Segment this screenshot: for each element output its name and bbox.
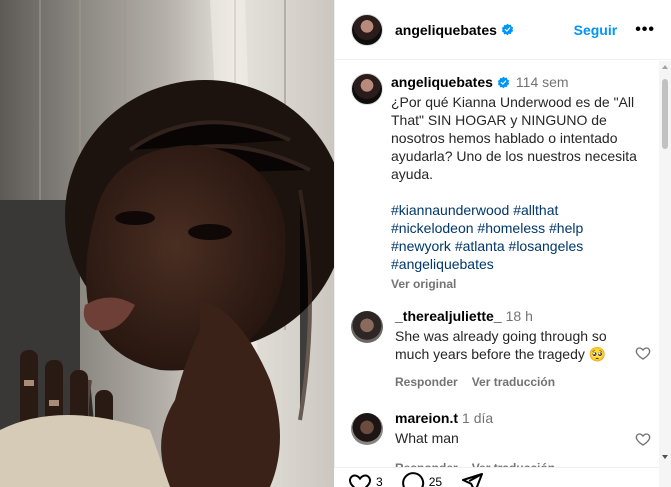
comment-text: She was already going through so much ye… <box>395 328 607 362</box>
follow-button[interactable]: Seguir <box>574 22 618 38</box>
author-username[interactable]: angeliquebates <box>395 22 497 38</box>
hashtag-link[interactable]: #kiannaunderwood <box>391 202 509 218</box>
caption-avatar[interactable] <box>351 73 383 105</box>
hashtag-link[interactable]: #help <box>549 220 583 236</box>
like-heart-icon[interactable] <box>348 471 372 487</box>
hashtag-link[interactable]: #angeliquebates <box>391 256 494 272</box>
hashtag-link[interactable]: #nickelodeon <box>391 220 474 236</box>
hashtag-link[interactable]: #losangeles <box>509 238 584 254</box>
see-original-link[interactable]: Ver original <box>391 275 643 293</box>
share-paper-plane-icon[interactable] <box>460 471 484 487</box>
verified-badge-icon <box>497 76 510 89</box>
hashtag-link[interactable]: #newyork <box>391 238 451 254</box>
like-comment-heart-icon[interactable] <box>635 345 651 361</box>
see-translation-link[interactable]: Ver traducción <box>472 373 555 391</box>
hashtag-link[interactable]: #atlanta <box>455 238 505 254</box>
scroll-up-arrow-icon[interactable] <box>662 65 668 69</box>
commenter-avatar[interactable] <box>351 413 383 445</box>
author-avatar[interactable] <box>351 13 383 46</box>
caption-text: ¿Por qué Kianna Underwood es de "All Tha… <box>391 94 637 182</box>
commenter-avatar[interactable] <box>351 311 383 343</box>
post-action-bar: 3 25 <box>334 467 659 487</box>
verified-badge-icon <box>501 23 514 36</box>
caption-username[interactable]: angeliquebates <box>391 74 493 90</box>
portrait-image <box>0 0 334 487</box>
hashtag-link[interactable]: #allthat <box>513 202 558 218</box>
hashtag-link[interactable]: #homeless <box>477 220 545 236</box>
comment-bubble-icon[interactable] <box>401 471 425 487</box>
commenter-username[interactable]: _therealjuliette_ <box>395 308 502 324</box>
reply-button[interactable]: Responder <box>395 373 458 391</box>
comment-timestamp: 1 día <box>462 410 494 426</box>
post-caption: angeliquebates 114 sem ¿Por qué Kianna U… <box>335 61 659 293</box>
more-options-icon[interactable]: ••• <box>635 21 655 39</box>
scrollbar-thumb[interactable] <box>662 79 668 149</box>
scrollbar[interactable] <box>659 61 671 487</box>
comments-scroll-area[interactable]: angeliquebates 114 sem ¿Por qué Kianna U… <box>335 61 659 487</box>
commenter-username[interactable]: mareion.t <box>395 410 458 426</box>
post-header: angeliquebates Seguir ••• <box>335 0 671 60</box>
likes-count: 3 <box>376 475 383 487</box>
scroll-down-arrow-icon[interactable] <box>662 455 668 459</box>
like-comment-heart-icon[interactable] <box>635 431 651 447</box>
post-side-panel: angeliquebates Seguir ••• angeliquebates… <box>334 0 671 487</box>
comment-text: What man <box>395 430 459 446</box>
comments-count: 25 <box>428 475 443 487</box>
comment-timestamp: 18 h <box>505 308 533 324</box>
caption-hashtags: #kiannaunderwood #allthat #nickelodeon #… <box>391 201 643 273</box>
caption-timestamp: 114 sem <box>515 74 569 90</box>
comment-item: _therealjuliette_ 18 h She was already go… <box>335 307 659 391</box>
post-photo <box>0 0 334 487</box>
